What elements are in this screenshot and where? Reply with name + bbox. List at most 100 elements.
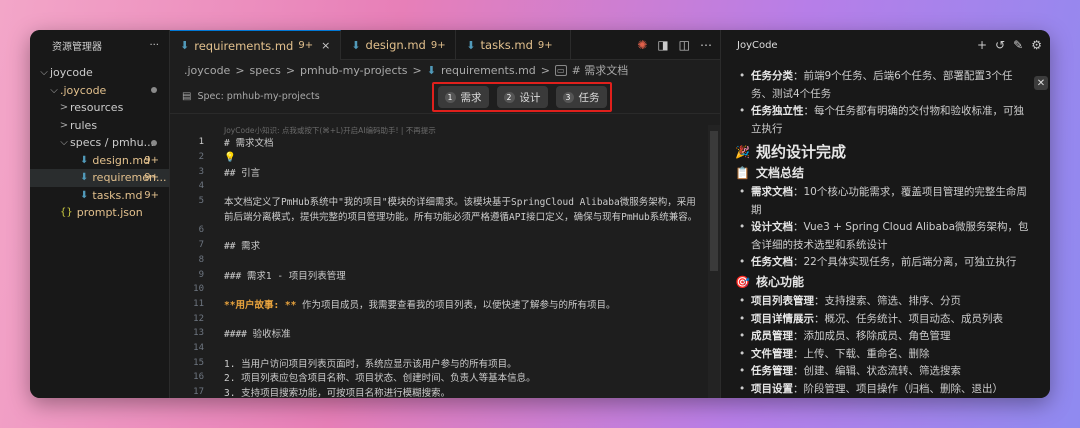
chat-header: JoyCode + ↺ ✎ ⚙ — [721, 30, 1050, 60]
tree-item[interactable]: ⌵ specs / pmhu... — [30, 134, 169, 152]
history-icon[interactable]: ↺ — [995, 38, 1005, 52]
markdown-icon: ⬇ — [80, 189, 89, 201]
code-text: ## 引言 — [224, 167, 261, 179]
chat-actions: + ↺ ✎ ⚙ — [977, 38, 1042, 52]
item-value: ：添加成员、移除成员、角色管理 — [793, 330, 951, 342]
doc-summary-heading: 📋 文档总结 — [735, 165, 1032, 183]
bold-text: **用户故事: ** — [224, 299, 297, 311]
breadcrumb-item[interactable]: # 需求文档 — [572, 62, 629, 78]
line-number: 17 — [193, 387, 204, 398]
step-label: 设计 — [519, 91, 541, 104]
breadcrumb-separator: > — [235, 63, 245, 77]
settings-icon[interactable]: ⚙ — [1031, 38, 1042, 52]
lightbulb-icon: 💡 — [224, 151, 236, 163]
tree-item[interactable]: ⬇ design.md 9+ — [30, 152, 169, 170]
item-value: ：阶段管理、项目操作（归档、删除、退出） — [793, 382, 1003, 395]
core-features-heading: 🎯 核心功能 — [735, 274, 1032, 292]
code-line: 10 — [170, 282, 716, 297]
item-key: 需求文档 — [751, 186, 793, 198]
step-number: 2 — [503, 91, 515, 103]
heading-text: 核心功能 — [755, 274, 804, 289]
new-chat-icon[interactable]: + — [977, 38, 987, 52]
breadcrumb-item[interactable]: .joycode — [184, 64, 230, 77]
step-requirements-button[interactable]: 1 需求 — [437, 86, 489, 108]
item-key: 任务文档 — [751, 256, 793, 268]
tree-item[interactable]: ⬇ requiremen... 9+ — [30, 169, 169, 187]
json-icon: {} — [60, 207, 73, 219]
list-item: 文件管理：上传、下载、重命名、删除 — [735, 346, 1032, 364]
item-key: 任务管理 — [751, 365, 793, 377]
code-text: #### 验收标准 — [224, 329, 291, 341]
breadcrumb-item[interactable]: pmhub-my-projects — [300, 64, 408, 77]
breadcrumb-item[interactable]: requirements.md — [441, 64, 536, 77]
list-item: 需求文档：10个核心功能需求，覆盖项目管理的完整生命周期 — [735, 184, 1032, 219]
line-number: 10 — [193, 284, 204, 295]
spec-bar: ▤ Spec: pmhub-my-projects 1 需求 2 设计 3 任务 — [170, 80, 720, 114]
code-text: 前后端分离模式，提供完整的项目管理功能。所有功能必须严格遵循API接口定义，确保… — [224, 211, 698, 223]
explorer-header: 资源管理器 ··· — [30, 30, 169, 60]
core-features-list: 项目列表管理：支持搜索、筛选、排序、分页项目详情展示：概况、任务统计、项目动态、… — [735, 293, 1032, 398]
list-item: 项目详情展示：概况、任务统计、项目动态、成员列表 — [735, 311, 1032, 329]
scrollbar-thumb[interactable] — [710, 131, 718, 271]
code-text: 1. 当用户访问项目列表页面时，系统应显示该用户参与的所有项目。 — [224, 358, 517, 370]
step-label: 任务 — [578, 91, 600, 104]
line-number: 15 — [193, 357, 204, 368]
code-line: 7 ## 需求 — [170, 238, 716, 253]
ai-hint-text[interactable]: JoyCode小知识: 点我或按下(⌘+L)开启AI编码助手! | 不再提示 — [170, 125, 716, 135]
tree-item[interactable]: ⌵ joycode — [30, 64, 169, 82]
chevron-right-icon: > — [59, 102, 69, 114]
spec-steps-highlight: 1 需求 2 设计 3 任务 — [432, 82, 612, 112]
list-item: 项目设置：阶段管理、项目操作（归档、删除、退出） — [735, 381, 1032, 399]
tab-label: tasks.md — [480, 38, 533, 52]
list-item: 任务文档：22个具体实现任务，前后端分离，可独立执行 — [735, 254, 1032, 272]
close-icon[interactable]: ✕ — [1034, 76, 1048, 90]
item-value: ：概况、任务统计、项目动态、成员列表 — [814, 312, 1003, 325]
code-editor[interactable]: JoyCode小知识: 点我或按下(⌘+L)开启AI编码助手! | 不再提示 1… — [170, 125, 716, 398]
tree-item[interactable]: > rules — [30, 117, 169, 135]
code-line: 9 ### 需求1 - 项目列表管理 — [170, 267, 716, 282]
editor-scrollbar[interactable] — [708, 125, 726, 398]
tab-requirements[interactable]: ⬇ requirements.md 9+ × — [170, 30, 342, 60]
step-design-button[interactable]: 2 设计 — [496, 86, 548, 108]
more-actions-icon[interactable]: ⋯ — [700, 38, 712, 52]
item-key: 成员管理 — [751, 330, 793, 342]
markdown-icon: ⬇ — [180, 39, 190, 52]
clipboard-icon: 📋 — [735, 165, 750, 180]
heading-text: 规约设计完成 — [755, 143, 846, 161]
heading-text: 文档总结 — [755, 165, 804, 180]
item-key: 文件管理 — [751, 347, 793, 360]
tree-item[interactable]: {} prompt.json — [30, 204, 169, 222]
breadcrumb-item[interactable]: specs — [250, 64, 281, 77]
tree-item[interactable]: ⌵ .joycode — [30, 82, 169, 100]
chevron-down-icon: ⌵ — [50, 84, 58, 96]
tab-design[interactable]: ⬇ design.md 9+ — [341, 30, 457, 60]
editor-actions: ✺ ◨ ◫ ⋯ — [637, 30, 712, 60]
item-key: 任务独立性 — [751, 105, 804, 117]
line-number: 14 — [193, 342, 204, 353]
ai-sparkle-icon[interactable]: ✺ — [637, 38, 647, 52]
item-key: 任务分类 — [751, 70, 793, 82]
tab-tasks[interactable]: ⬇ tasks.md 9+ — [456, 30, 572, 60]
code-text: 3. 支持项目搜索功能，可按项目名称进行模糊搜索。 — [224, 388, 451, 398]
close-icon[interactable]: × — [321, 39, 330, 52]
list-item: 任务独立性：每个任务都有明确的交付物和验收标准，可独立执行 — [735, 103, 1032, 138]
symbol-icon: ▭ — [555, 64, 567, 76]
tree-item[interactable]: ⬇ tasks.md 9+ — [30, 187, 169, 205]
code-text: 2. 项目列表应包含项目名称、项目状态、创建时间、负责人等基本信息。 — [224, 373, 536, 385]
markdown-icon: ⬇ — [80, 154, 89, 166]
code-line: 1 # 需求文档 — [170, 135, 716, 150]
joycode-chat-panel: JoyCode + ↺ ✎ ⚙ ✕ 任务分类：前端9个任务、后端6个任务、部署配… — [720, 30, 1050, 398]
step-tasks-button[interactable]: 3 任务 — [555, 86, 607, 108]
code-line: 12 — [170, 311, 716, 326]
tab-label: design.md — [365, 38, 426, 52]
edit-icon[interactable]: ✎ — [1013, 38, 1023, 52]
tab-label: requirements.md — [194, 38, 294, 53]
more-actions-icon[interactable]: ··· — [149, 40, 159, 51]
line-number: 11 — [193, 298, 204, 309]
item-value: ：22个具体实现任务，前后端分离，可独立执行 — [793, 256, 1017, 268]
split-editor-icon[interactable]: ◫ — [679, 38, 690, 52]
preview-icon[interactable]: ◨ — [657, 38, 668, 52]
tree-item[interactable]: > resources — [30, 99, 169, 117]
item-key: 项目详情展示 — [751, 312, 814, 325]
code-line: 14 — [170, 341, 716, 356]
